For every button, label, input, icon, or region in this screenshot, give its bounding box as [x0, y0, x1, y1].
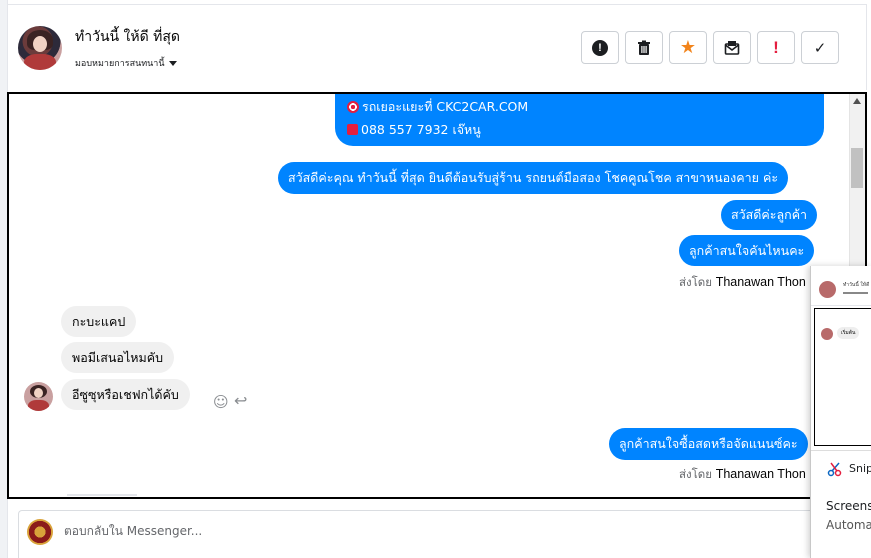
reply-input[interactable]	[64, 524, 564, 538]
avatar-face	[33, 36, 47, 52]
report-icon: !	[592, 39, 608, 56]
incoming-message[interactable]: อีซูซุหรือเชฟกได้คับ	[61, 379, 190, 410]
avatar-body	[24, 54, 56, 70]
scroll-thumb[interactable]	[851, 148, 863, 188]
scroll-up-arrow-icon[interactable]	[853, 98, 861, 104]
delete-button[interactable]	[625, 31, 663, 64]
message-thread[interactable]: รถเยอะแยะที่ CKC2CAR.COM 088 557 7932 เจ…	[7, 92, 867, 499]
outgoing-message[interactable]: ลูกค้าสนใจคันไหนคะ	[679, 235, 815, 266]
message-text: รถเยอะแยะที่ CKC2CAR.COM	[362, 98, 529, 114]
outgoing-message[interactable]: สวัสดีค่ะลูกค้า	[721, 200, 818, 230]
mini-bubble: เริ่มต้น	[837, 327, 860, 339]
sent-by-prefix: ส่งโดย	[679, 275, 713, 289]
mark-unread-icon	[724, 40, 740, 55]
outgoing-message[interactable]: ลูกค้าสนใจซื้อสดหรือจัดแนนซ์คะ	[609, 428, 808, 460]
right-divider	[866, 4, 867, 90]
notification-body: Automa	[826, 518, 871, 532]
assign-conversation-dropdown[interactable]: มอบหมายการสนทนานี้	[75, 56, 177, 70]
avatar-body	[28, 400, 49, 411]
contact-name[interactable]: ทำวันนี้ ให้ดี ที่สุด	[75, 26, 180, 48]
outgoing-message[interactable]: สวัสดีค่ะคุณ ทำวันนี้ ที่สุด ยินดีต้อนรั…	[278, 162, 789, 194]
star-icon: ★	[679, 36, 697, 58]
sender-name: Thanawan Thon	[715, 275, 806, 289]
assign-label: มอบหมายการสนทนานี้	[75, 59, 165, 69]
react-smiley-icon[interactable]: ☺	[213, 393, 229, 411]
mini-subtitle	[843, 292, 868, 294]
reply-arrow-icon[interactable]: ↩	[234, 391, 247, 410]
trash-icon	[638, 40, 650, 55]
snipping-tool-icon	[827, 462, 842, 477]
avatar-face	[34, 388, 43, 398]
incoming-message[interactable]: พอมีเสนอไหมคับ	[61, 342, 175, 373]
sent-by-label: ส่งโดย Thanawan Thon	[679, 466, 806, 484]
message-line: 088 557 7932 เจ๊หนู	[347, 120, 481, 140]
divider	[67, 494, 137, 496]
notification-title: Screens	[826, 499, 871, 513]
chevron-down-icon	[168, 60, 177, 66]
message-line: รถเยอะแยะที่ CKC2CAR.COM	[347, 97, 528, 117]
message-text: 088 557 7932 เจ๊หนู	[361, 121, 481, 137]
mini-header: ทำวันนี้ ให้ดี	[811, 266, 871, 306]
star-button[interactable]: ★	[669, 31, 707, 64]
telephone-icon	[347, 124, 358, 135]
incoming-message[interactable]: กะบะแคป	[61, 306, 137, 337]
top-divider	[8, 4, 867, 5]
mark-done-button[interactable]: ✓	[801, 31, 839, 64]
contact-avatar[interactable]	[18, 26, 62, 70]
divider	[811, 450, 871, 451]
conversation-actions: ! ★ ! ✓	[581, 31, 839, 64]
mini-avatar	[819, 281, 836, 298]
inbox-window: ทำวันนี้ ให้ดี ที่สุด มอบหมายการสนทนานี้…	[0, 0, 871, 558]
spam-button[interactable]: !	[757, 31, 795, 64]
mini-contact-name: ทำวันนี้ ให้ดี	[843, 282, 870, 288]
snip-overlay-window: ทำวันนี้ ให้ดี เริ่มต้น Snip Screens Aut…	[810, 266, 871, 558]
sent-by-prefix: ส่งโดย	[679, 467, 713, 481]
sent-by-label: ส่งโดย Thanawan Thon	[679, 274, 806, 292]
report-button[interactable]: !	[581, 31, 619, 64]
page-logo-avatar	[27, 519, 53, 545]
snip-label[interactable]: Snip	[849, 462, 871, 475]
mini-avatar	[821, 328, 833, 340]
check-icon: ✓	[813, 38, 827, 57]
mark-unread-button[interactable]	[713, 31, 751, 64]
spam-icon: !	[773, 37, 779, 57]
target-icon	[347, 100, 359, 113]
outgoing-message[interactable]: รถเยอะแยะที่ CKC2CAR.COM 088 557 7932 เจ…	[335, 94, 824, 146]
sender-avatar[interactable]	[24, 382, 53, 411]
reply-composer	[18, 510, 818, 558]
sender-name: Thanawan Thon	[715, 467, 806, 481]
conversation-header: ทำวันนี้ ให้ดี ที่สุด มอบหมายการสนทนานี้…	[8, 6, 866, 90]
